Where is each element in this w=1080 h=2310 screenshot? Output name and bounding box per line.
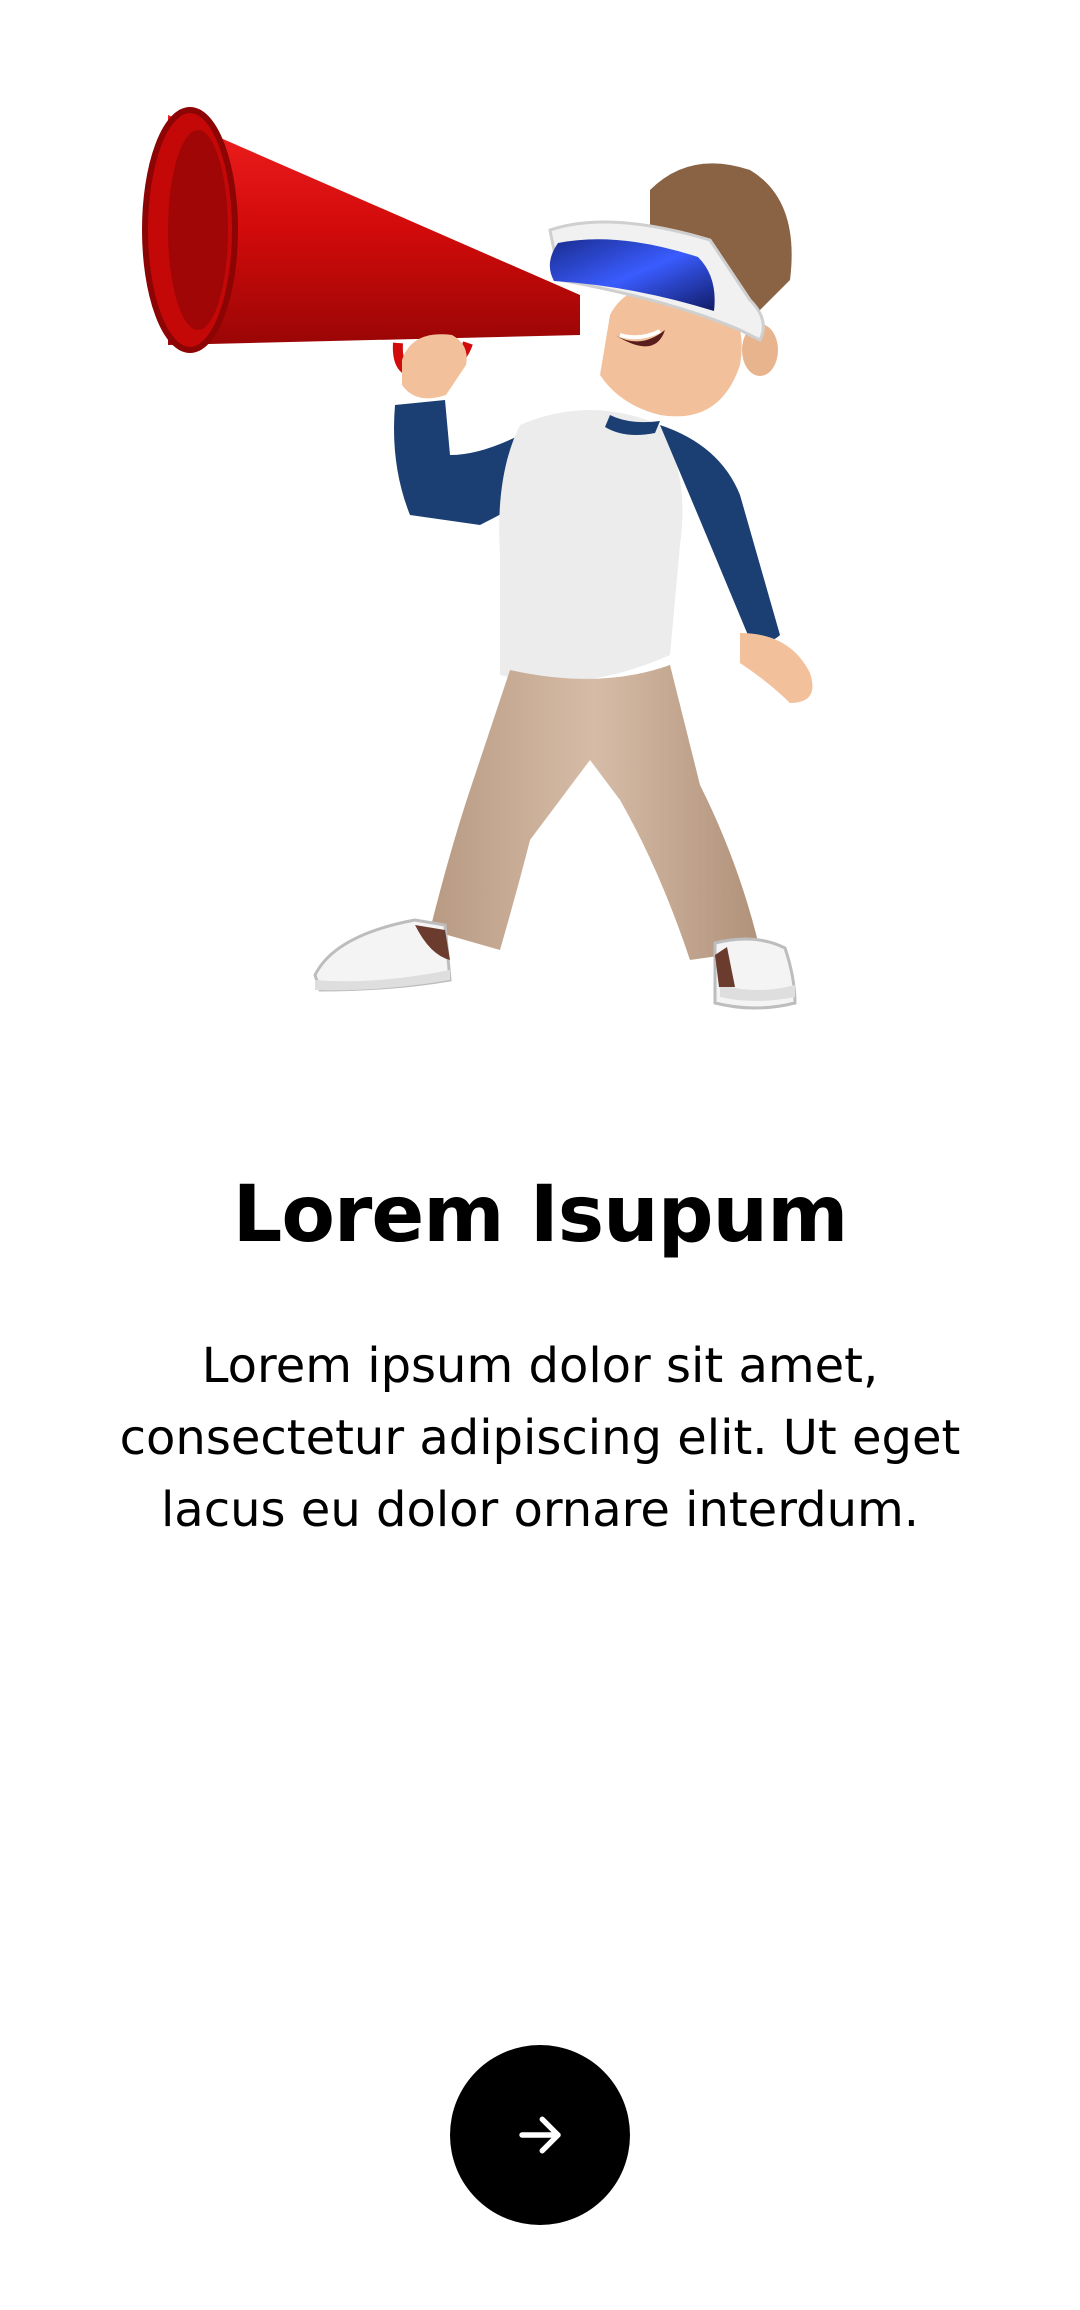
page-title: Lorem Isupum <box>232 1170 849 1260</box>
hero-illustration <box>140 95 920 1040</box>
pants-graphic <box>430 665 760 960</box>
description-text: Lorem ipsum dolor sit amet, consectetur … <box>119 1338 961 1538</box>
next-button[interactable] <box>450 2045 630 2225</box>
megaphone-graphic <box>142 107 580 379</box>
arrow-right-icon <box>513 2108 567 2162</box>
shirt-graphic <box>499 410 683 682</box>
